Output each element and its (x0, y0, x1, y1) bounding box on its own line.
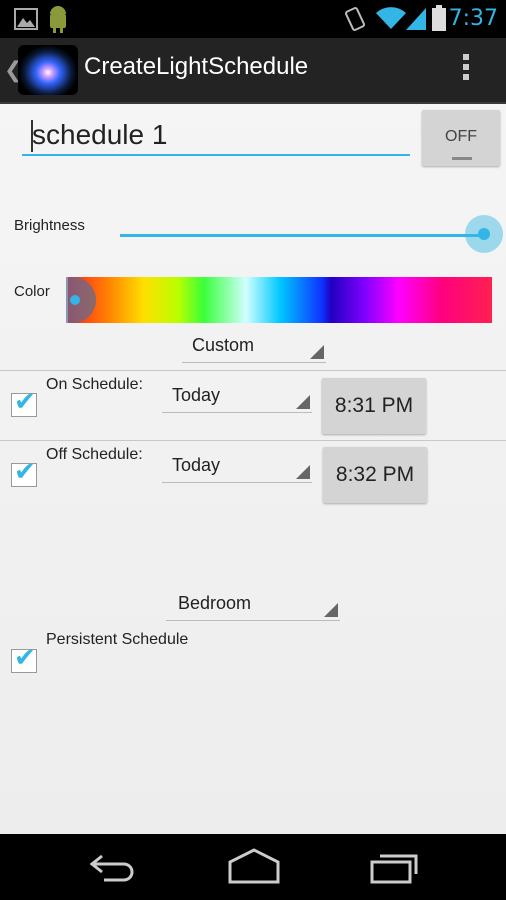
divider (0, 440, 506, 441)
off-day-value: Today (172, 455, 221, 475)
color-picker-bar[interactable] (66, 277, 492, 323)
checkmark-icon: ✔ (14, 642, 36, 672)
toggle-label: OFF (445, 128, 477, 145)
brightness-slider-track[interactable] (120, 234, 486, 237)
spinner-arrow-icon (310, 345, 324, 359)
color-picker-thumb[interactable] (66, 277, 96, 323)
checkmark-icon: ✔ (14, 386, 36, 416)
rotate-icon (344, 7, 366, 31)
spinner-arrow-icon (296, 465, 310, 479)
divider (0, 370, 506, 371)
on-time-value: 8:31 PM (334, 394, 414, 417)
off-day-spinner[interactable]: Today (162, 452, 312, 483)
overflow-menu-icon[interactable] (458, 50, 474, 90)
color-mode-spinner[interactable]: Custom (182, 332, 326, 363)
main-content: OFF Brightness Color Custom ✔ On Schedul… (0, 104, 506, 834)
on-day-value: Today (172, 385, 221, 405)
persistent-schedule-label: Persistent Schedule (46, 631, 189, 648)
on-day-spinner[interactable]: Today (162, 382, 312, 413)
brightness-label: Brightness (14, 217, 85, 234)
off-time-value: 8:32 PM (335, 463, 415, 486)
spinner-arrow-icon (296, 395, 310, 409)
on-schedule-checkbox[interactable]: ✔ (11, 388, 37, 417)
off-time-button[interactable]: 8:32 PM (323, 447, 427, 503)
app-logo[interactable] (18, 45, 78, 95)
signal-icon (406, 8, 426, 30)
checkmark-icon: ✔ (14, 456, 36, 486)
action-bar: ❮ CreateLightSchedule (0, 38, 506, 104)
off-schedule-label: Off Schedule: (46, 446, 143, 463)
power-toggle-button[interactable]: OFF (422, 110, 500, 166)
persistent-schedule-checkbox[interactable]: ✔ (11, 644, 37, 673)
home-icon[interactable] (228, 848, 280, 884)
battery-icon (432, 5, 446, 31)
image-icon (14, 8, 38, 30)
navigation-bar (0, 834, 506, 900)
on-schedule-label: On Schedule: (46, 376, 143, 393)
color-mode-value: Custom (192, 335, 255, 355)
page-title: CreateLightSchedule (84, 53, 309, 80)
color-label: Color (14, 283, 50, 300)
status-clock: 7:37 (448, 6, 498, 31)
recent-apps-icon[interactable] (370, 850, 420, 884)
off-schedule-checkbox[interactable]: ✔ (11, 458, 37, 487)
android-icon (50, 6, 66, 33)
toggle-indicator (452, 157, 472, 160)
brightness-slider-thumb[interactable] (465, 215, 503, 253)
back-icon[interactable] (88, 852, 138, 882)
room-value: Bedroom (178, 593, 252, 613)
status-bar: 7:37 (0, 0, 506, 38)
wifi-icon (376, 7, 406, 29)
room-spinner[interactable]: Bedroom (166, 590, 340, 621)
on-time-button[interactable]: 8:31 PM (322, 378, 426, 434)
schedule-name-input[interactable] (22, 116, 410, 156)
text-cursor (31, 120, 33, 152)
spinner-arrow-icon (324, 603, 338, 617)
